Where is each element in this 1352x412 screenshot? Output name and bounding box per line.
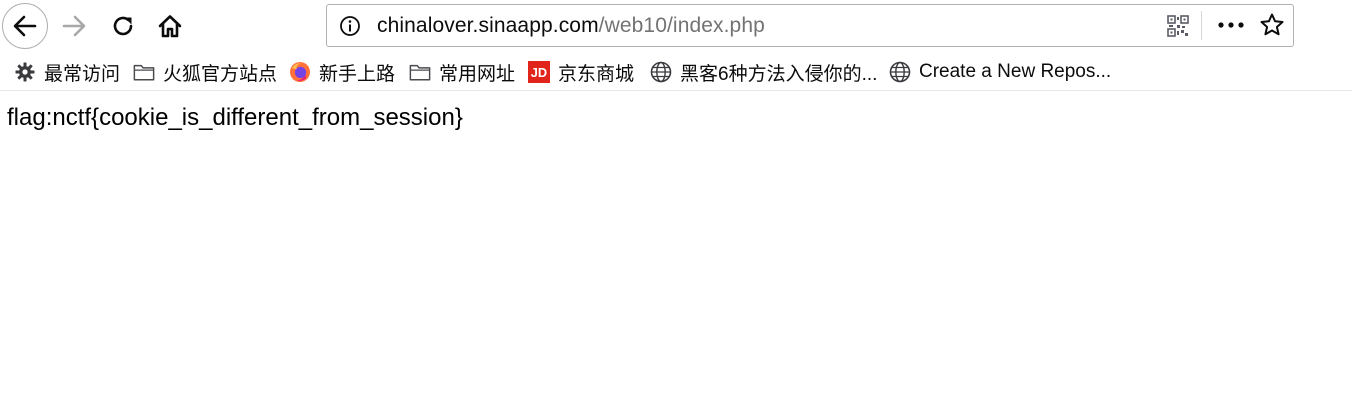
reload-icon [113,16,133,36]
gear-icon [14,61,36,83]
bookmark-label: 黑客6种方法入侵你的... [680,63,878,85]
url-host: chinalover.sinaapp.com [377,14,599,37]
folder-icon [133,61,155,83]
folder-icon [409,61,431,83]
bookmark-label: 新手上路 [319,63,396,85]
svg-text:JD: JD [531,65,547,80]
bookmark-jd-mall[interactable]: JD 京东商城 [528,58,634,86]
info-icon[interactable] [339,15,361,37]
page-actions-button[interactable] [1215,13,1247,37]
bookmarks-toolbar: 最常访问 火狐官方站点 新手上路 常用网址 JD 京东商城 黑客6种方法入侵你的… [0,54,1352,90]
toolbar-divider [0,90,1352,91]
bookmark-getting-started[interactable]: 新手上路 [289,58,395,86]
url-text[interactable]: chinalover.sinaapp.com/web10/index.php [377,5,765,46]
globe-icon [650,61,672,83]
bookmark-hacker-article[interactable]: 黑客6种方法入侵你的... [650,58,877,86]
arrow-left-icon [13,15,37,37]
url-path: /web10/index.php [598,14,765,37]
reload-button[interactable] [101,4,145,48]
browser-toolbar: chinalover.sinaapp.com/web10/index.php [0,0,1352,54]
more-dots-icon [1218,22,1244,28]
globe-icon [889,61,911,83]
bookmark-most-visited[interactable]: 最常访问 [14,58,120,86]
bookmark-label: 火狐官方站点 [163,63,278,85]
bookmark-label: 京东商城 [558,63,635,85]
bookmark-folder-common-sites[interactable]: 常用网址 [409,58,515,86]
star-icon[interactable] [1259,12,1285,38]
bookmark-create-repository[interactable]: Create a New Repos... [889,58,1111,86]
arrow-right-icon [62,15,86,37]
bookmark-label: 最常访问 [44,63,121,85]
jd-icon: JD [528,61,550,83]
page-content-text: flag:nctf{cookie_is_different_from_sessi… [7,104,463,131]
home-icon [158,15,182,38]
home-button[interactable] [148,4,192,48]
bookmark-label: Create a New Repos... [919,61,1112,82]
bookmark-folder-firefox-official[interactable]: 火狐官方站点 [133,58,277,86]
qr-code-icon[interactable] [1167,15,1189,37]
forward-button[interactable] [52,4,96,48]
bookmark-label: 常用网址 [439,63,516,85]
url-bar[interactable]: chinalover.sinaapp.com/web10/index.php [326,4,1294,47]
firefox-icon [289,61,311,83]
url-bar-separator [1201,11,1202,40]
back-button[interactable] [2,3,48,49]
